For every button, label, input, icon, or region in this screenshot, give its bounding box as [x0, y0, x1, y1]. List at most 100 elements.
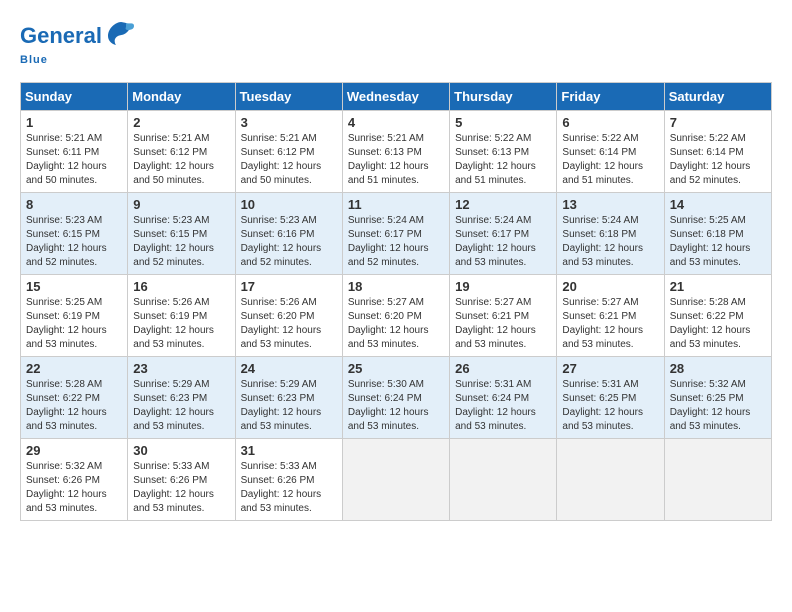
sunrise-text: Sunrise: 5:22 AM — [562, 133, 638, 144]
day-number: 13 — [562, 197, 658, 212]
sunset-text: Sunset: 6:18 PM — [562, 229, 636, 240]
sunset-text: Sunset: 6:23 PM — [241, 393, 315, 404]
day-detail: Sunrise: 5:33 AM Sunset: 6:26 PM Dayligh… — [241, 460, 337, 516]
page-header: General Blue — [20, 20, 772, 66]
sunrise-text: Sunrise: 5:22 AM — [455, 133, 531, 144]
calendar-cell: 12 Sunrise: 5:24 AM Sunset: 6:17 PM Dayl… — [450, 193, 557, 275]
calendar-cell: 1 Sunrise: 5:21 AM Sunset: 6:11 PM Dayli… — [21, 111, 128, 193]
sunrise-text: Sunrise: 5:28 AM — [670, 297, 746, 308]
sunrise-text: Sunrise: 5:23 AM — [26, 215, 102, 226]
sunrise-text: Sunrise: 5:33 AM — [241, 461, 317, 472]
sunset-text: Sunset: 6:21 PM — [562, 311, 636, 322]
day-detail: Sunrise: 5:21 AM Sunset: 6:11 PM Dayligh… — [26, 132, 122, 188]
daylight-text: Daylight: 12 hours and 51 minutes. — [348, 161, 429, 186]
daylight-text: Daylight: 12 hours and 50 minutes. — [133, 161, 214, 186]
day-detail: Sunrise: 5:24 AM Sunset: 6:18 PM Dayligh… — [562, 214, 658, 270]
daylight-text: Daylight: 12 hours and 53 minutes. — [670, 243, 751, 268]
calendar-cell — [557, 439, 664, 521]
day-number: 16 — [133, 279, 229, 294]
calendar-cell: 27 Sunrise: 5:31 AM Sunset: 6:25 PM Dayl… — [557, 357, 664, 439]
logo-general: General — [20, 23, 102, 48]
sunset-text: Sunset: 6:11 PM — [26, 147, 99, 158]
daylight-text: Daylight: 12 hours and 52 minutes. — [670, 161, 751, 186]
col-friday: Friday — [557, 83, 664, 111]
calendar-cell: 7 Sunrise: 5:22 AM Sunset: 6:14 PM Dayli… — [664, 111, 771, 193]
day-detail: Sunrise: 5:22 AM Sunset: 6:14 PM Dayligh… — [562, 132, 658, 188]
day-number: 26 — [455, 361, 551, 376]
col-sunday: Sunday — [21, 83, 128, 111]
daylight-text: Daylight: 12 hours and 53 minutes. — [562, 407, 643, 432]
sunset-text: Sunset: 6:24 PM — [348, 393, 422, 404]
daylight-text: Daylight: 12 hours and 52 minutes. — [133, 243, 214, 268]
sunrise-text: Sunrise: 5:23 AM — [241, 215, 317, 226]
daylight-text: Daylight: 12 hours and 53 minutes. — [133, 407, 214, 432]
day-detail: Sunrise: 5:21 AM Sunset: 6:13 PM Dayligh… — [348, 132, 444, 188]
daylight-text: Daylight: 12 hours and 52 minutes. — [26, 243, 107, 268]
calendar-cell: 30 Sunrise: 5:33 AM Sunset: 6:26 PM Dayl… — [128, 439, 235, 521]
sunset-text: Sunset: 6:26 PM — [241, 475, 315, 486]
calendar-cell: 15 Sunrise: 5:25 AM Sunset: 6:19 PM Dayl… — [21, 275, 128, 357]
sunrise-text: Sunrise: 5:21 AM — [241, 133, 317, 144]
daylight-text: Daylight: 12 hours and 53 minutes. — [26, 407, 107, 432]
calendar-cell: 25 Sunrise: 5:30 AM Sunset: 6:24 PM Dayl… — [342, 357, 449, 439]
day-detail: Sunrise: 5:24 AM Sunset: 6:17 PM Dayligh… — [348, 214, 444, 270]
day-number: 7 — [670, 115, 766, 130]
sunset-text: Sunset: 6:12 PM — [133, 147, 207, 158]
daylight-text: Daylight: 12 hours and 53 minutes. — [241, 325, 322, 350]
sunrise-text: Sunrise: 5:25 AM — [26, 297, 102, 308]
sunset-text: Sunset: 6:17 PM — [348, 229, 422, 240]
day-detail: Sunrise: 5:25 AM Sunset: 6:18 PM Dayligh… — [670, 214, 766, 270]
sunset-text: Sunset: 6:19 PM — [26, 311, 100, 322]
calendar-cell: 10 Sunrise: 5:23 AM Sunset: 6:16 PM Dayl… — [235, 193, 342, 275]
day-number: 29 — [26, 443, 122, 458]
daylight-text: Daylight: 12 hours and 53 minutes. — [455, 407, 536, 432]
day-number: 4 — [348, 115, 444, 130]
sunset-text: Sunset: 6:13 PM — [348, 147, 422, 158]
sunset-text: Sunset: 6:20 PM — [241, 311, 315, 322]
daylight-text: Daylight: 12 hours and 53 minutes. — [133, 325, 214, 350]
sunset-text: Sunset: 6:26 PM — [133, 475, 207, 486]
daylight-text: Daylight: 12 hours and 53 minutes. — [670, 407, 751, 432]
day-detail: Sunrise: 5:27 AM Sunset: 6:20 PM Dayligh… — [348, 296, 444, 352]
day-detail: Sunrise: 5:25 AM Sunset: 6:19 PM Dayligh… — [26, 296, 122, 352]
calendar-cell: 26 Sunrise: 5:31 AM Sunset: 6:24 PM Dayl… — [450, 357, 557, 439]
logo-tagline: Blue — [20, 54, 48, 66]
sunrise-text: Sunrise: 5:26 AM — [133, 297, 209, 308]
calendar-cell: 3 Sunrise: 5:21 AM Sunset: 6:12 PM Dayli… — [235, 111, 342, 193]
calendar-cell: 29 Sunrise: 5:32 AM Sunset: 6:26 PM Dayl… — [21, 439, 128, 521]
day-number: 9 — [133, 197, 229, 212]
daylight-text: Daylight: 12 hours and 53 minutes. — [348, 407, 429, 432]
day-detail: Sunrise: 5:30 AM Sunset: 6:24 PM Dayligh… — [348, 378, 444, 434]
sunset-text: Sunset: 6:20 PM — [348, 311, 422, 322]
day-number: 30 — [133, 443, 229, 458]
daylight-text: Daylight: 12 hours and 53 minutes. — [562, 243, 643, 268]
logo-text: General — [20, 24, 102, 48]
calendar-cell: 17 Sunrise: 5:26 AM Sunset: 6:20 PM Dayl… — [235, 275, 342, 357]
sunrise-text: Sunrise: 5:27 AM — [455, 297, 531, 308]
day-number: 19 — [455, 279, 551, 294]
calendar-cell: 8 Sunrise: 5:23 AM Sunset: 6:15 PM Dayli… — [21, 193, 128, 275]
day-detail: Sunrise: 5:27 AM Sunset: 6:21 PM Dayligh… — [562, 296, 658, 352]
week-row: 1 Sunrise: 5:21 AM Sunset: 6:11 PM Dayli… — [21, 111, 772, 193]
sunrise-text: Sunrise: 5:24 AM — [562, 215, 638, 226]
calendar-cell: 24 Sunrise: 5:29 AM Sunset: 6:23 PM Dayl… — [235, 357, 342, 439]
day-detail: Sunrise: 5:23 AM Sunset: 6:16 PM Dayligh… — [241, 214, 337, 270]
day-detail: Sunrise: 5:27 AM Sunset: 6:21 PM Dayligh… — [455, 296, 551, 352]
day-number: 6 — [562, 115, 658, 130]
sunrise-text: Sunrise: 5:31 AM — [562, 379, 638, 390]
sunrise-text: Sunrise: 5:24 AM — [348, 215, 424, 226]
sunrise-text: Sunrise: 5:32 AM — [670, 379, 746, 390]
sunrise-text: Sunrise: 5:21 AM — [26, 133, 102, 144]
sunrise-text: Sunrise: 5:30 AM — [348, 379, 424, 390]
sunrise-text: Sunrise: 5:22 AM — [670, 133, 746, 144]
day-number: 15 — [26, 279, 122, 294]
day-number: 20 — [562, 279, 658, 294]
sunset-text: Sunset: 6:14 PM — [670, 147, 744, 158]
sunset-text: Sunset: 6:23 PM — [133, 393, 207, 404]
col-thursday: Thursday — [450, 83, 557, 111]
day-number: 14 — [670, 197, 766, 212]
calendar-cell: 6 Sunrise: 5:22 AM Sunset: 6:14 PM Dayli… — [557, 111, 664, 193]
day-number: 5 — [455, 115, 551, 130]
sunrise-text: Sunrise: 5:27 AM — [348, 297, 424, 308]
sunset-text: Sunset: 6:24 PM — [455, 393, 529, 404]
